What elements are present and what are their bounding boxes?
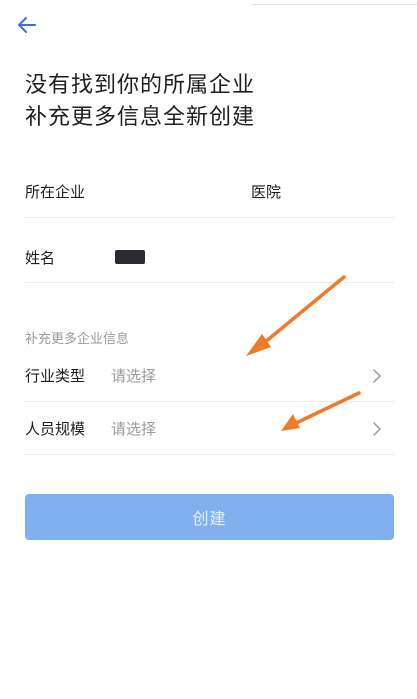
staff-size-label: 人员规模 <box>25 420 86 438</box>
annotation-arrow-1 <box>246 275 346 356</box>
company-value[interactable]: 医院 <box>251 181 281 202</box>
chevron-right-icon <box>373 368 381 383</box>
company-label: 所在企业 <box>25 183 86 201</box>
page-title-line-1: 没有找到你的所属企业 <box>25 73 256 98</box>
arrow-left-icon <box>18 17 36 33</box>
name-field-row[interactable]: 姓名 <box>25 232 394 283</box>
name-value-masked[interactable] <box>115 250 145 264</box>
staff-size-select-row[interactable]: 人员规模 请选择 <box>25 403 394 455</box>
industry-select-row[interactable]: 行业类型 请选择 <box>25 350 394 402</box>
industry-label: 行业类型 <box>25 367 86 385</box>
chevron-right-icon <box>373 421 381 436</box>
page-title-line-2: 补充更多信息全新创建 <box>25 105 256 130</box>
company-field-row[interactable]: 所在企业 医院 <box>25 166 394 218</box>
staff-size-placeholder: 请选择 <box>111 420 157 438</box>
create-button[interactable]: 创建 <box>25 494 394 540</box>
top-edge-lines <box>252 0 417 5</box>
page-title: 没有找到你的所属企业 补充更多信息全新创建 <box>25 70 255 134</box>
back-button[interactable] <box>14 12 40 38</box>
industry-placeholder: 请选择 <box>111 367 157 385</box>
name-label: 姓名 <box>25 248 56 267</box>
section-title: 补充更多企业信息 <box>25 332 130 347</box>
